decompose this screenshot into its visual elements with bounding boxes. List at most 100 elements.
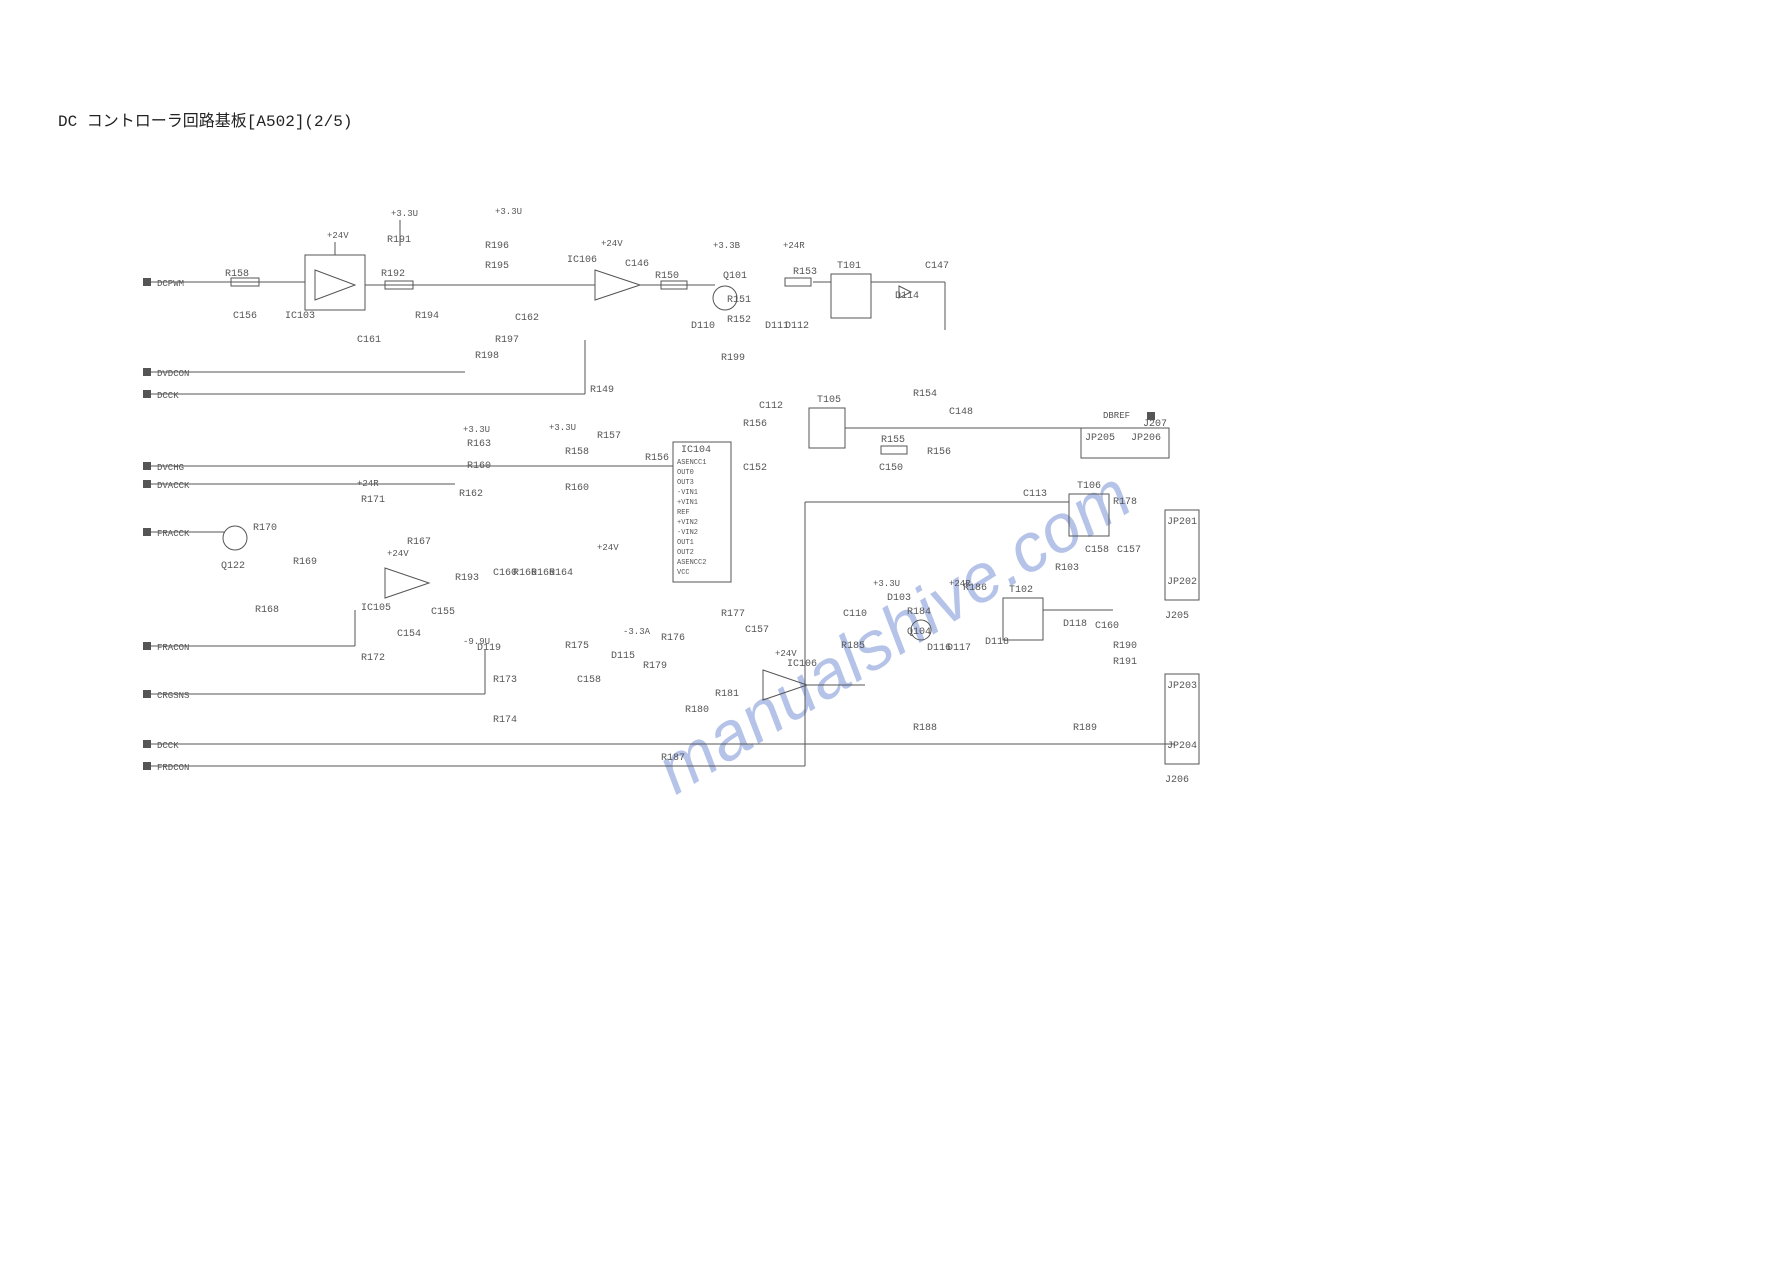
svg-text:R170: R170 [253, 523, 277, 534]
svg-text:C158: C158 [1085, 545, 1109, 556]
svg-text:C147: C147 [925, 261, 949, 272]
svg-text:DCPWM: DCPWM [157, 279, 184, 289]
signal-dcck-1: DCCK [143, 390, 585, 401]
signal-dvaccck: DVACCK [143, 480, 455, 491]
svg-text:OUT1: OUT1 [677, 539, 694, 547]
svg-text:IC103: IC103 [285, 311, 315, 322]
svg-text:JP206: JP206 [1131, 433, 1161, 444]
svg-text:R168: R168 [255, 605, 279, 616]
svg-text:FRDCON: FRDCON [157, 763, 189, 773]
ic103-block: IC103 R158 R192 R191 +3.3U R194 C161 C15… [220, 209, 465, 346]
signal-dvdcon: DVDCON [143, 368, 465, 379]
svg-text:C152: C152 [743, 463, 767, 474]
svg-text:R177: R177 [721, 609, 745, 620]
svg-text:-9.9U: -9.9U [463, 637, 490, 647]
svg-text:R152: R152 [727, 315, 751, 326]
signal-crgsns: CRGSNS [143, 690, 485, 701]
svg-text:C156: C156 [233, 311, 257, 322]
signal-fracck: FRACCK [143, 528, 225, 539]
svg-text:IC104: IC104 [681, 445, 711, 456]
svg-text:R196: R196 [485, 241, 509, 252]
svg-text:+24V: +24V [775, 649, 797, 659]
svg-text:C157: C157 [745, 625, 769, 636]
svg-text:DCCK: DCCK [157, 741, 179, 751]
svg-text:+VIN1: +VIN1 [677, 499, 698, 507]
svg-text:J205: J205 [1165, 611, 1189, 622]
svg-text:Q122: Q122 [221, 561, 245, 572]
svg-text:+24V: +24V [327, 231, 349, 241]
svg-text:+24V: +24V [597, 543, 619, 553]
svg-text:C112: C112 [759, 401, 783, 412]
svg-text:R164: R164 [549, 568, 573, 579]
svg-text:D112: D112 [785, 321, 809, 332]
svg-text:C150: C150 [879, 463, 903, 474]
j205: JP201 JP202 J205 [1165, 510, 1199, 622]
schematic-diagram: DCPWM DVDCON DCCK DVCHG [125, 170, 1645, 830]
svg-text:DVACCK: DVACCK [157, 481, 190, 491]
svg-text:R103: R103 [1055, 563, 1079, 574]
svg-text:R173: R173 [493, 675, 517, 686]
svg-text:R176: R176 [661, 633, 685, 644]
svg-text:R187: R187 [661, 753, 685, 764]
q122-block: Q122 R170 R169 R171 +24R [221, 479, 385, 572]
svg-text:OUT2: OUT2 [677, 549, 694, 557]
ic104-block: IC104 ASENCC1 OUT0 OUT3 -VIN1 +VIN1 REF … [549, 419, 767, 582]
svg-text:R186: R186 [963, 583, 987, 594]
svg-text:D115: D115 [611, 651, 635, 662]
svg-text:D103: D103 [887, 593, 911, 604]
svg-text:R156: R156 [927, 447, 951, 458]
svg-text:R188: R188 [913, 723, 937, 734]
j206: JP203 JP204 J206 [1165, 674, 1199, 786]
page: DC コントローラ回路基板[A502](2/5) manualshive.com… [0, 0, 1787, 1263]
svg-text:R197: R197 [495, 335, 519, 346]
svg-text:R199: R199 [721, 353, 745, 364]
svg-text:D117: D117 [947, 643, 971, 654]
svg-text:DVCHG: DVCHG [157, 463, 184, 473]
svg-text:R156: R156 [645, 453, 669, 464]
svg-text:-VIN2: -VIN2 [677, 529, 698, 537]
svg-text:+24V: +24V [601, 239, 623, 249]
svg-text:T106: T106 [1077, 481, 1101, 492]
svg-text:DVDCON: DVDCON [157, 369, 189, 379]
svg-text:ASENCC2: ASENCC2 [677, 559, 706, 567]
svg-text:IC106: IC106 [787, 659, 817, 670]
svg-text:C155: C155 [431, 607, 455, 618]
signal-dcck-2: DCCK [143, 740, 645, 751]
svg-text:J207: J207 [1143, 419, 1167, 430]
svg-text:REF: REF [677, 509, 690, 517]
svg-text:R162: R162 [459, 489, 483, 500]
svg-text:C162: C162 [515, 313, 539, 324]
svg-text:-3.3A: -3.3A [623, 627, 651, 637]
svg-text:R156: R156 [743, 419, 767, 430]
svg-text:+3.3U: +3.3U [463, 425, 490, 435]
svg-text:C160: C160 [1095, 621, 1119, 632]
svg-text:J206: J206 [1165, 775, 1189, 786]
svg-text:JP205: JP205 [1085, 433, 1115, 444]
svg-text:+24V: +24V [387, 549, 409, 559]
svg-text:R180: R180 [685, 705, 709, 716]
svg-text:D110: D110 [691, 321, 715, 332]
svg-text:R194: R194 [415, 311, 439, 322]
svg-text:R195: R195 [485, 261, 509, 272]
svg-text:R178: R178 [1113, 497, 1137, 508]
svg-text:JP204: JP204 [1167, 741, 1197, 752]
svg-text:R192: R192 [381, 269, 405, 280]
sense-chain: T105 C112 R155 R156 C150 C148 [759, 395, 1085, 474]
page-title: DC コントローラ回路基板[A502](2/5) [58, 107, 352, 131]
svg-text:R193: R193 [455, 573, 479, 584]
svg-text:+3.3U: +3.3U [495, 207, 522, 217]
svg-text:R181: R181 [715, 689, 739, 700]
svg-text:R190: R190 [1113, 641, 1137, 652]
svg-text:R191: R191 [1113, 657, 1137, 668]
svg-text:C157: C157 [1117, 545, 1141, 556]
svg-text:JP201: JP201 [1167, 517, 1197, 528]
ic106-upper: IC106 +24V R150 C146 R195 R196 C162 R198… [465, 207, 715, 362]
mid-bottom: R175 D115 -3.3A R176 R177 C157 [565, 609, 769, 662]
svg-text:D118: D118 [1063, 619, 1087, 630]
svg-text:R185: R185 [841, 641, 865, 652]
svg-text:C161: C161 [357, 335, 381, 346]
input-signals: DCPWM DVDCON DCCK DVCHG [143, 278, 805, 773]
svg-text:T102: T102 [1009, 585, 1033, 596]
svg-text:+3.3U: +3.3U [391, 209, 418, 219]
svg-text:C146: C146 [625, 259, 649, 270]
